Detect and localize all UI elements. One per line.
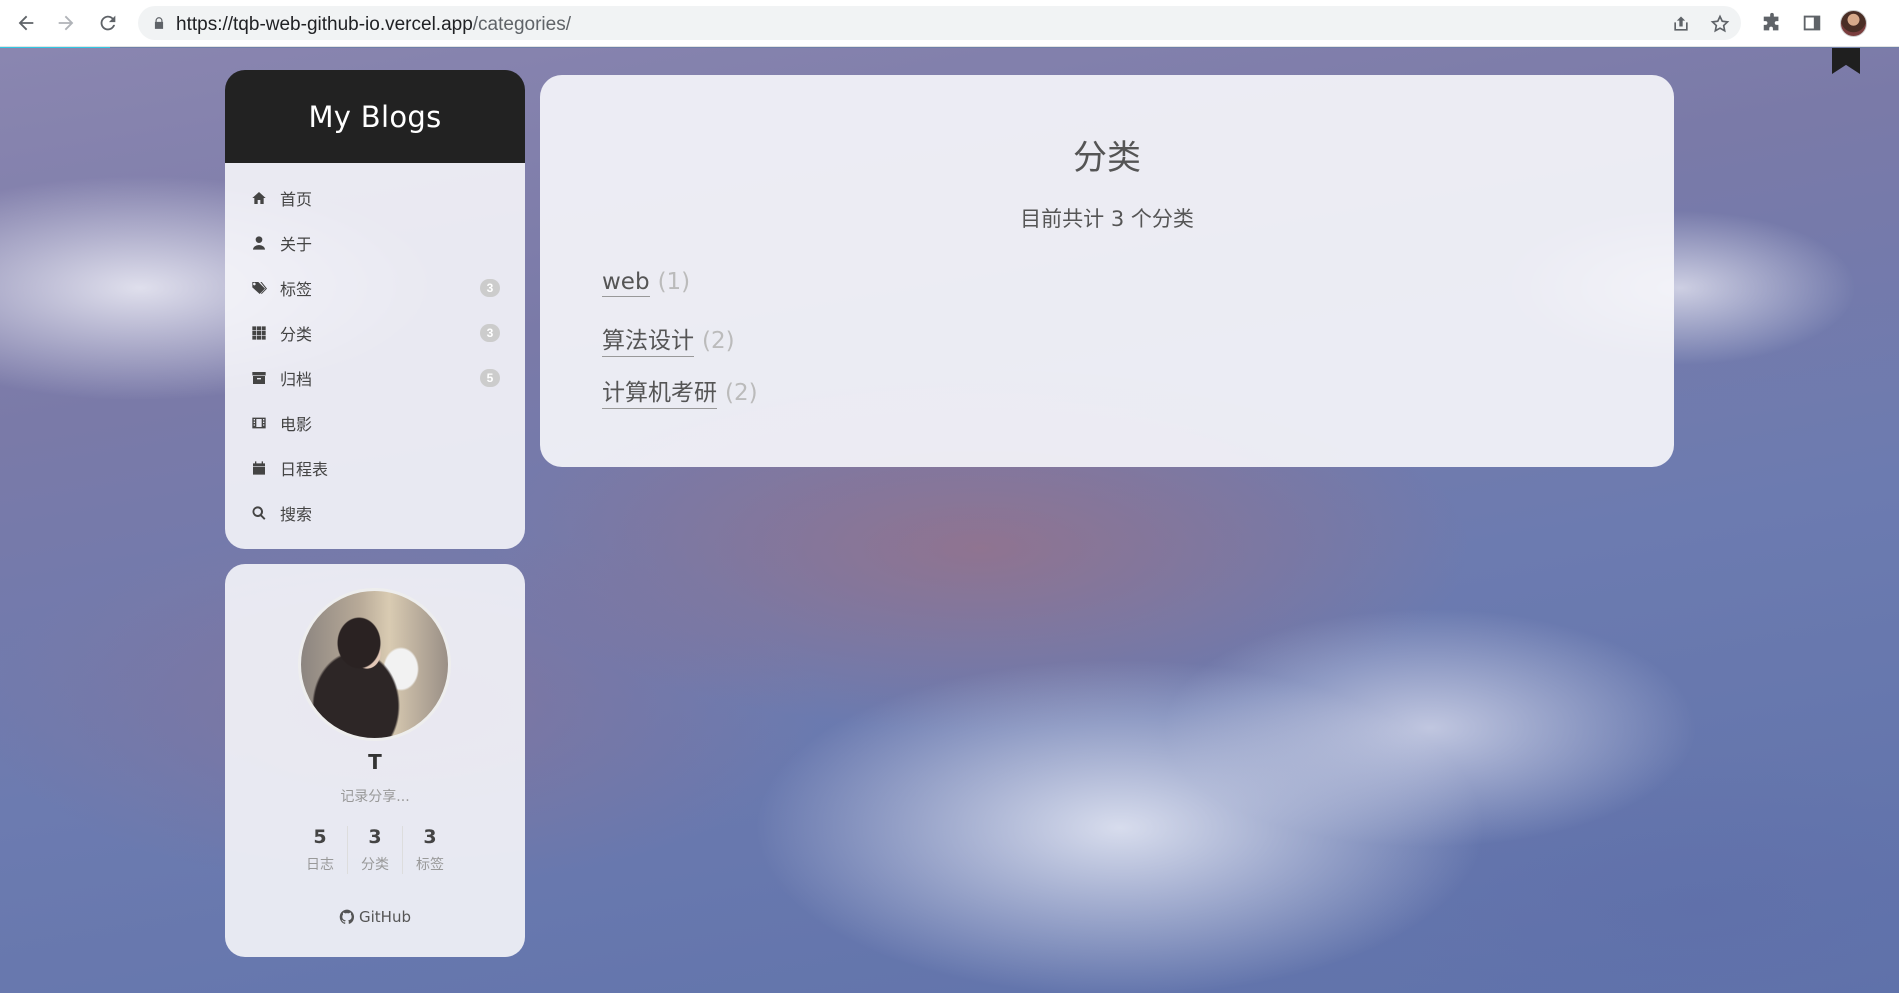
list-item: 计算机考研 (2) bbox=[602, 373, 758, 425]
reload-icon bbox=[100, 15, 116, 31]
menu-item-movies[interactable]: 电影 bbox=[225, 400, 525, 445]
url-path: /categories/ bbox=[472, 14, 572, 35]
count-badge: 5 bbox=[480, 369, 500, 387]
category-list: web (1) 算法设计 (2) 计算机考研 (2) bbox=[602, 269, 758, 425]
menu-item-archives[interactable]: 归档 5 bbox=[225, 355, 525, 400]
profile-avatar[interactable] bbox=[1840, 10, 1867, 37]
back-button[interactable] bbox=[14, 11, 38, 35]
page-title: 分类 bbox=[1073, 138, 1141, 178]
category-link-algorithm-design[interactable]: 算法设计 bbox=[602, 321, 694, 357]
author-avatar bbox=[298, 588, 451, 741]
search-icon bbox=[250, 504, 268, 522]
author-profile-card: T 记录分享... 5 日志 3 分类 3 标签 GitHub bbox=[225, 564, 525, 957]
menu-item-categories[interactable]: 分类 3 bbox=[225, 310, 525, 355]
categories-card: 分类 目前共计 3 个分类 web (1) 算法设计 (2) 计算机考研 (2) bbox=[540, 75, 1674, 467]
menu-item-label: 标签 bbox=[280, 279, 313, 299]
stat-categories[interactable]: 3 分类 bbox=[347, 826, 402, 874]
category-count-summary: 目前共计 3 个分类 bbox=[1020, 207, 1194, 231]
menu-item-label: 分类 bbox=[280, 324, 313, 344]
menu-item-label: 首页 bbox=[280, 189, 313, 209]
author-name: T bbox=[368, 750, 382, 774]
menu-item-label: 搜索 bbox=[280, 504, 313, 524]
reload-button[interactable] bbox=[96, 11, 120, 35]
sidebar: My Blogs 首页 关于 标签 3 分类 3 归档 5 电影 日程表 搜索 … bbox=[225, 70, 525, 957]
list-item: web (1) bbox=[602, 269, 758, 321]
stat-count: 3 bbox=[368, 826, 382, 848]
stat-posts[interactable]: 5 日志 bbox=[293, 826, 347, 874]
stat-label: 分类 bbox=[361, 857, 389, 873]
share-icon[interactable] bbox=[1671, 14, 1691, 34]
browser-toolbar: https://tqb-web-github-io.vercel.app/cat… bbox=[0, 0, 1899, 47]
stat-label: 日志 bbox=[306, 857, 334, 873]
category-post-count: (2) bbox=[725, 380, 758, 406]
github-icon bbox=[339, 909, 355, 924]
film-icon bbox=[250, 414, 268, 432]
extensions-icon[interactable] bbox=[1761, 12, 1783, 34]
count-badge: 3 bbox=[480, 324, 500, 342]
menu-item-about[interactable]: 关于 bbox=[225, 220, 525, 265]
menu-item-tags[interactable]: 标签 3 bbox=[225, 265, 525, 310]
stat-count: 3 bbox=[423, 826, 437, 848]
author-description: 记录分享... bbox=[340, 789, 410, 805]
home-icon bbox=[250, 189, 268, 207]
address-bar[interactable]: https://tqb-web-github-io.vercel.app/cat… bbox=[138, 6, 1741, 40]
category-post-count: (2) bbox=[702, 328, 735, 354]
site-stats: 5 日志 3 分类 3 标签 bbox=[293, 826, 457, 874]
menu-item-search[interactable]: 搜索 bbox=[225, 490, 525, 535]
github-label: GitHub bbox=[359, 908, 411, 926]
menu-item-home[interactable]: 首页 bbox=[225, 175, 525, 220]
tags-icon bbox=[250, 279, 268, 297]
category-link-cs-postgrad[interactable]: 计算机考研 bbox=[602, 373, 717, 409]
url-host: https://tqb-web-github-io.vercel.app bbox=[176, 14, 473, 35]
github-link[interactable]: GitHub bbox=[225, 908, 525, 926]
archive-icon bbox=[250, 369, 268, 387]
forward-button[interactable] bbox=[54, 11, 78, 35]
grid-icon bbox=[250, 324, 268, 342]
count-badge: 3 bbox=[480, 279, 500, 297]
site-title[interactable]: My Blogs bbox=[308, 100, 441, 134]
menu-item-label: 归档 bbox=[280, 369, 313, 389]
category-link-web[interactable]: web bbox=[602, 269, 650, 297]
user-icon bbox=[250, 234, 268, 252]
list-item: 算法设计 (2) bbox=[602, 321, 758, 373]
stat-count: 5 bbox=[313, 826, 327, 848]
menu-item-label: 日程表 bbox=[280, 459, 329, 479]
menu-item-label: 关于 bbox=[280, 234, 313, 254]
side-panel-icon[interactable] bbox=[1801, 12, 1823, 34]
stat-label: 标签 bbox=[416, 857, 444, 873]
menu-item-schedule[interactable]: 日程表 bbox=[225, 445, 525, 490]
arrow-right-icon bbox=[58, 15, 74, 31]
calendar-icon bbox=[250, 459, 268, 477]
star-icon[interactable] bbox=[1710, 14, 1730, 34]
category-post-count: (1) bbox=[657, 269, 691, 295]
site-brand[interactable]: My Blogs bbox=[225, 70, 525, 163]
main-menu: 首页 关于 标签 3 分类 3 归档 5 电影 日程表 搜索 bbox=[225, 163, 525, 549]
arrow-left-icon bbox=[18, 15, 34, 31]
url-text: https://tqb-web-github-io.vercel.app/cat… bbox=[176, 14, 571, 36]
menu-item-label: 电影 bbox=[280, 414, 313, 434]
stat-tags[interactable]: 3 标签 bbox=[402, 826, 457, 874]
lock-icon bbox=[154, 17, 164, 29]
